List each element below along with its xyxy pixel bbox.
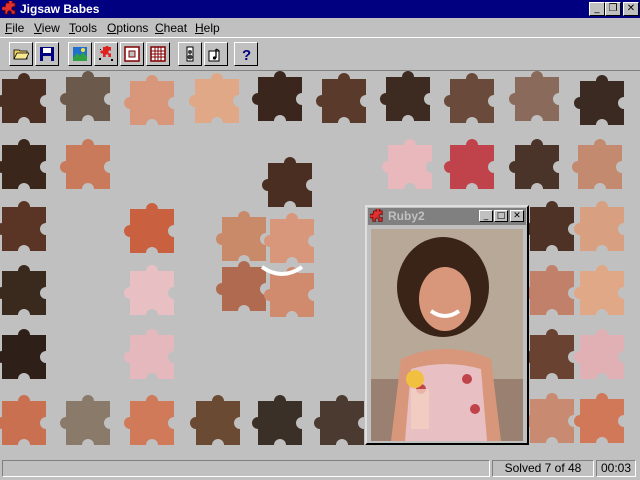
scatter-button[interactable] (94, 42, 118, 66)
solved-count: Solved 7 of 48 (492, 460, 594, 477)
save-button[interactable] (35, 42, 59, 66)
assembled-face-cluster[interactable] (216, 157, 314, 317)
puzzle-piece[interactable] (189, 73, 239, 123)
open-button[interactable] (9, 42, 33, 66)
restore-button[interactable]: ❐ (605, 2, 621, 16)
music-icon (208, 48, 220, 62)
puzzle-pieces (0, 71, 624, 445)
puzzle-piece[interactable] (316, 73, 366, 123)
preview-photo (371, 229, 523, 441)
status-message (2, 460, 490, 477)
puzzle-piece[interactable] (572, 139, 622, 189)
sound-button[interactable] (178, 42, 202, 66)
help-question-icon: ? (242, 47, 251, 62)
puzzle-piece[interactable] (444, 139, 494, 189)
minimize-icon: _ (483, 211, 489, 221)
puzzle-piece[interactable] (0, 329, 46, 379)
picture-icon (73, 47, 87, 61)
minimize-button[interactable]: _ (589, 2, 605, 16)
puzzle-piece[interactable] (0, 201, 46, 251)
maximize-icon: □ (496, 211, 506, 221)
puzzle-piece[interactable] (252, 395, 302, 445)
menu-bar: File View Tools Options Cheat Help (0, 18, 640, 37)
puzzle-piece[interactable] (124, 75, 174, 125)
puzzle-piece[interactable] (124, 203, 174, 253)
timer: 00:03 (596, 460, 636, 477)
puzzle-piece[interactable] (574, 75, 624, 125)
svg-text:?: ? (242, 47, 251, 62)
puzzle-piece[interactable] (60, 71, 110, 121)
menu-view[interactable]: View (34, 21, 60, 35)
puzzle-piece[interactable] (444, 73, 494, 123)
menu-cheat[interactable]: Cheat (155, 21, 187, 35)
puzzle-piece[interactable] (0, 395, 46, 445)
preview-title: Ruby2 (388, 209, 425, 223)
puzzle-piece[interactable] (574, 265, 624, 315)
preview-title-bar[interactable]: Ruby2 _ □ ✕ (368, 208, 526, 225)
puzzle-piece[interactable] (574, 329, 624, 379)
music-button[interactable] (204, 42, 228, 66)
puzzle-piece[interactable] (0, 73, 46, 123)
puzzle-piece[interactable] (524, 329, 574, 379)
puzzle-piece[interactable] (314, 395, 364, 445)
puzzle-piece[interactable] (524, 393, 574, 443)
sound-speaker-icon (186, 46, 194, 62)
puzzle-piece[interactable] (524, 265, 574, 315)
jigsaw-piece-icon (370, 209, 383, 222)
preview-window[interactable]: Ruby2 _ □ ✕ (365, 205, 529, 445)
restore-icon: ❐ (608, 3, 618, 14)
large-grid-icon (150, 46, 166, 62)
puzzle-piece[interactable] (0, 139, 46, 189)
preview-maximize-button[interactable]: □ (494, 210, 508, 222)
menu-tools[interactable]: Tools (69, 21, 97, 35)
menu-help[interactable]: Help (195, 21, 220, 35)
open-folder-icon (13, 49, 29, 60)
title-bar[interactable]: Jigsaw Babes _ ❐ ✕ (0, 0, 640, 18)
puzzle-piece[interactable] (524, 201, 574, 251)
menu-options[interactable]: Options (107, 21, 148, 35)
save-disk-icon (40, 47, 54, 61)
preview-minimize-button[interactable]: _ (479, 210, 493, 222)
puzzle-piece[interactable] (190, 395, 240, 445)
scatter-pieces-icon (99, 46, 113, 61)
puzzle-piece[interactable] (574, 201, 624, 251)
window-title: Jigsaw Babes (20, 2, 100, 16)
puzzle-piece[interactable] (0, 265, 46, 315)
puzzle-board[interactable] (0, 71, 640, 457)
puzzle-piece[interactable] (382, 139, 432, 189)
toolbar: ? (0, 37, 640, 71)
puzzle-piece[interactable] (124, 395, 174, 445)
puzzle-piece[interactable] (60, 139, 110, 189)
menu-file[interactable]: File (5, 21, 24, 35)
help-button[interactable]: ? (234, 42, 258, 66)
puzzle-piece[interactable] (60, 395, 110, 445)
large-grid-button[interactable] (146, 42, 170, 66)
small-grid-button[interactable] (120, 42, 144, 66)
puzzle-piece[interactable] (509, 139, 559, 189)
puzzle-piece[interactable] (380, 71, 430, 121)
puzzle-piece[interactable] (124, 265, 174, 315)
close-button[interactable]: ✕ (623, 2, 639, 16)
status-bar: Solved 7 of 48 00:03 (0, 457, 640, 480)
picture-button[interactable] (68, 42, 92, 66)
preview-close-button[interactable]: ✕ (510, 210, 524, 222)
small-grid-icon (124, 46, 140, 62)
puzzle-piece[interactable] (509, 71, 559, 121)
jigsaw-piece-icon (2, 1, 16, 15)
puzzle-piece[interactable] (124, 329, 174, 379)
minimize-icon: _ (594, 3, 600, 14)
close-icon: ✕ (626, 3, 636, 14)
puzzle-piece[interactable] (252, 71, 302, 121)
close-icon: ✕ (513, 211, 521, 221)
puzzle-piece[interactable] (574, 393, 624, 443)
